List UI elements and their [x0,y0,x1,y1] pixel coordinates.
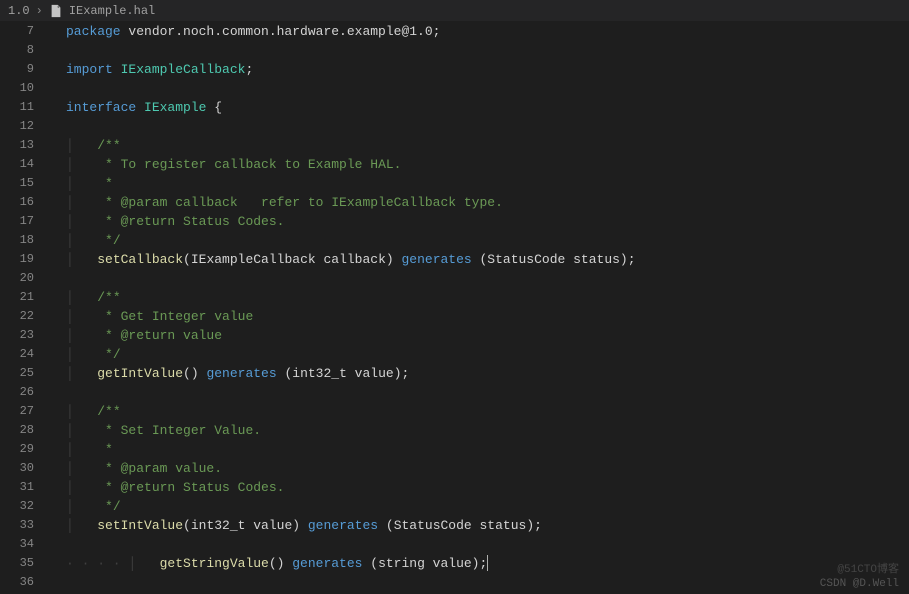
line-number: 7 [0,22,34,41]
code-line [66,573,909,592]
code-line: │ setIntValue(int32_t value) generates (… [66,516,909,535]
text-cursor [487,555,488,571]
code-line: │ * @return value [66,326,909,345]
line-number: 31 [0,478,34,497]
line-number: 27 [0,402,34,421]
breadcrumb[interactable]: 1.0 › IExample.hal [8,4,155,18]
code-line: │ */ [66,497,909,516]
line-number: 23 [0,326,34,345]
line-number: 36 [0,573,34,592]
line-number: 14 [0,155,34,174]
code-line: │ * @return Status Codes. [66,212,909,231]
line-number-gutter: 7891011121314151617181920212223242526272… [0,22,48,594]
line-number: 17 [0,212,34,231]
code-line: │ * @return Status Codes. [66,478,909,497]
breadcrumb-filename: IExample.hal [69,4,155,18]
line-number: 26 [0,383,34,402]
code-editor[interactable]: 7891011121314151617181920212223242526272… [0,22,909,594]
code-line: interface IExample { [66,98,909,117]
line-number: 28 [0,421,34,440]
code-line [66,41,909,60]
line-number: 18 [0,231,34,250]
code-line: │ * @param value. [66,459,909,478]
code-line: package vendor.noch.common.hardware.exam… [66,22,909,41]
code-line: │ /** [66,402,909,421]
code-line: │ * [66,174,909,193]
code-line: │ * To register callback to Example HAL. [66,155,909,174]
code-line [66,535,909,554]
line-number: 21 [0,288,34,307]
line-number: 33 [0,516,34,535]
file-icon [49,4,63,18]
line-number: 11 [0,98,34,117]
line-number: 30 [0,459,34,478]
code-line: import IExampleCallback; [66,60,909,79]
code-line: │ setCallback(IExampleCallback callback)… [66,250,909,269]
code-line: │ * Set Integer Value. [66,421,909,440]
line-number: 9 [0,60,34,79]
code-content[interactable]: package vendor.noch.common.hardware.exam… [48,22,909,594]
line-number: 24 [0,345,34,364]
line-number: 15 [0,174,34,193]
code-line: │ */ [66,345,909,364]
line-number: 20 [0,269,34,288]
chevron-right-icon: › [36,4,43,18]
line-number: 22 [0,307,34,326]
code-line [66,383,909,402]
code-line: │ * Get Integer value [66,307,909,326]
breadcrumb-version: 1.0 [8,4,30,18]
line-number: 12 [0,117,34,136]
line-number: 32 [0,497,34,516]
code-line: │ */ [66,231,909,250]
line-number: 25 [0,364,34,383]
code-line: │ * @param callback refer to IExampleCal… [66,193,909,212]
code-line: │ /** [66,136,909,155]
code-line [66,269,909,288]
line-number: 29 [0,440,34,459]
breadcrumb-bar: 1.0 › IExample.hal [0,0,909,22]
code-line: · · · · │ getStringValue() generates (st… [66,554,909,573]
line-number: 8 [0,41,34,60]
line-number: 35 [0,554,34,573]
line-number: 34 [0,535,34,554]
code-line [66,117,909,136]
code-line [66,79,909,98]
code-line: │ * [66,440,909,459]
line-number: 16 [0,193,34,212]
line-number: 19 [0,250,34,269]
line-number: 10 [0,79,34,98]
code-line: │ /** [66,288,909,307]
code-line: │ getIntValue() generates (int32_t value… [66,364,909,383]
line-number: 13 [0,136,34,155]
